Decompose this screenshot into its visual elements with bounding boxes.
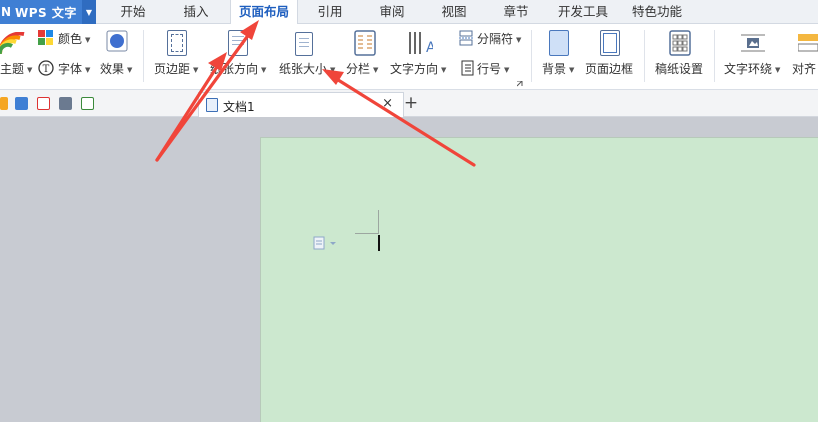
theme-rainbow-icon <box>0 32 25 55</box>
margin-corner-mark <box>378 210 379 234</box>
ribbon-divider <box>644 30 645 82</box>
tab-view[interactable]: 视图 <box>430 0 478 24</box>
paper-size-icon <box>295 32 313 56</box>
theme-label: 主题 <box>0 62 25 76</box>
open-folder-icon[interactable] <box>0 97 8 110</box>
tab-references[interactable]: 引用 <box>306 0 354 24</box>
document-tab[interactable]: 文档1 × <box>198 92 404 117</box>
ribbon-divider <box>143 30 144 82</box>
tab-developer-tools[interactable]: 开发工具 <box>552 0 614 24</box>
chevron-down-icon: ▼ <box>330 65 336 74</box>
chevron-down-icon: ▼ <box>504 65 510 74</box>
chevron-down-icon: ▼ <box>193 65 199 74</box>
orientation-label: 纸张方向 <box>210 62 259 76</box>
tab-page-layout[interactable]: 页面布局 <box>230 0 298 25</box>
columns-icon <box>354 30 376 56</box>
effects-label: 效果 <box>100 62 125 76</box>
app-menu-button[interactable]: N WPS 文字 ▼ <box>0 0 96 24</box>
margins-icon <box>167 30 187 56</box>
breaks-icon <box>459 30 473 46</box>
font-t-icon: T <box>38 60 54 76</box>
orientation-icon <box>228 30 248 56</box>
page-borders-label: 页面边框 <box>585 62 634 76</box>
ribbon-page-layout: 主题 ▼ 颜色 ▼ T 字体 ▼ 效果 ▼ 页边距 ▼ 纸张方向 ▼ 纸张大小 … <box>0 24 818 90</box>
paper-size-label: 纸张大小 <box>279 62 328 76</box>
chevron-down-icon[interactable]: ▼ <box>82 0 96 24</box>
manuscript-settings-label: 稿纸设置 <box>655 62 704 76</box>
columns-label: 分栏 <box>346 62 371 76</box>
document-tab-label: 文档1 <box>223 100 255 114</box>
background-label: 背景 <box>542 62 567 76</box>
align-label: 对齐 <box>792 62 817 76</box>
text-direction-icon: A <box>409 32 433 56</box>
color-palette-icon <box>38 30 53 45</box>
chevron-down-icon: ▼ <box>516 35 522 44</box>
colors-label: 颜色 <box>58 32 83 46</box>
margins-label: 页边距 <box>154 62 191 76</box>
ribbon-divider <box>531 30 532 82</box>
chevron-down-icon: ▼ <box>85 35 91 44</box>
print-preview-icon[interactable] <box>81 97 94 110</box>
background-icon <box>549 30 569 56</box>
tab-special-features[interactable]: 特色功能 <box>626 0 688 24</box>
chevron-down-icon: ▼ <box>373 65 379 74</box>
breaks-label: 分隔符 <box>477 32 514 46</box>
tab-insert[interactable]: 插入 <box>172 0 220 24</box>
tab-review[interactable]: 审阅 <box>368 0 416 24</box>
chevron-down-icon: ▼ <box>85 65 91 74</box>
line-numbers-icon <box>461 60 474 76</box>
page-borders-icon <box>600 30 620 56</box>
margin-corner-mark <box>355 233 379 234</box>
effects-circle-icon <box>106 30 128 52</box>
new-tab-button[interactable]: + <box>403 93 419 113</box>
document-page[interactable] <box>260 137 818 422</box>
close-icon[interactable]: × <box>382 96 393 111</box>
chevron-down-icon: ▼ <box>127 65 133 74</box>
tab-chapter[interactable]: 章节 <box>492 0 540 24</box>
wrap-text-label: 文字环绕 <box>724 62 773 76</box>
line-numbers-label: 行号 <box>477 62 502 76</box>
svg-text:A: A <box>426 40 433 56</box>
text-direction-label: 文字方向 <box>390 62 439 76</box>
tab-home[interactable]: 开始 <box>109 0 157 24</box>
align-icon <box>798 34 818 52</box>
save-icon[interactable] <box>15 97 28 110</box>
manuscript-grid-icon <box>669 30 691 56</box>
wps-logo: N <box>1 5 12 19</box>
chevron-down-icon: ▼ <box>569 65 575 74</box>
chevron-down-icon: ▼ <box>441 65 447 74</box>
svg-text:T: T <box>43 64 50 75</box>
app-title: WPS 文字 <box>15 5 77 20</box>
wrap-text-icon <box>741 34 765 52</box>
chevron-down-icon: ▼ <box>775 65 781 74</box>
dialog-launcher-icon[interactable] <box>517 81 523 87</box>
print-icon[interactable] <box>59 97 72 110</box>
ribbon-divider <box>714 30 715 82</box>
fonts-label: 字体 <box>58 62 83 76</box>
document-icon <box>206 98 218 112</box>
chevron-down-icon: ▼ <box>261 65 267 74</box>
menu-tab-bar: N WPS 文字 ▼ 开始 插入 页面布局 引用 审阅 视图 章节 开发工具 特… <box>0 0 818 25</box>
paste-options-icon[interactable] <box>313 236 339 250</box>
export-pdf-icon[interactable] <box>37 97 50 110</box>
text-cursor <box>378 235 380 251</box>
chevron-down-icon: ▼ <box>27 65 33 74</box>
